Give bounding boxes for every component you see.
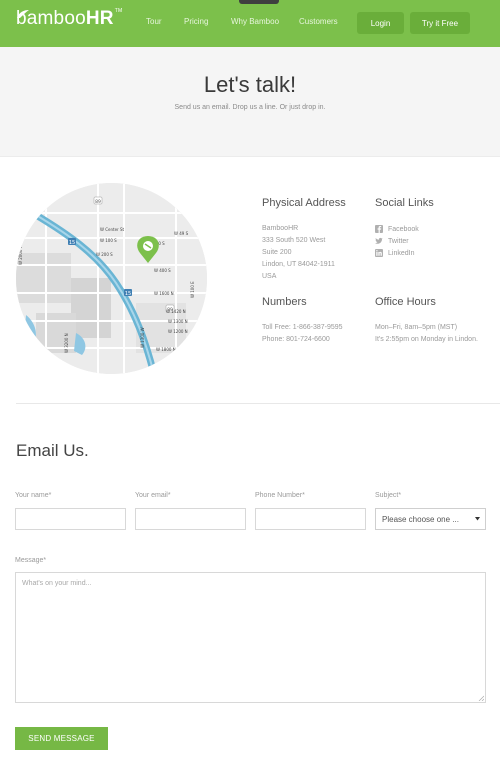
email-input[interactable]: [135, 508, 246, 530]
email-label: Your email*: [135, 492, 171, 499]
map-street-label: W 3200 N: [64, 333, 69, 353]
try-free-button[interactable]: Try it Free: [410, 12, 470, 34]
linkedin-link[interactable]: LinkedIn: [375, 249, 414, 257]
subject-selected-value: Please choose one ...: [382, 514, 459, 524]
facebook-icon: [375, 225, 383, 233]
address-line: Suite 200: [262, 249, 292, 256]
linkedin-icon: [375, 249, 383, 257]
subject-select[interactable]: Please choose one ...: [375, 508, 486, 530]
highway-shield-label-2: 15: [125, 291, 131, 297]
location-map[interactable]: 15 15 89 89 W Center St W 100 S W 200 S …: [16, 183, 207, 374]
map-street-label: W 1200 N: [168, 329, 188, 334]
message-label: Message*: [15, 557, 47, 564]
map-street-label: W 400 S: [154, 268, 171, 273]
subject-label: Subject*: [375, 492, 402, 499]
address-line: 333 South 520 West: [262, 237, 326, 244]
twitter-label: Twitter: [388, 237, 409, 245]
address-line: USA: [262, 273, 277, 280]
top-notch-handle[interactable]: [239, 0, 279, 4]
nav-why-bamboo[interactable]: Why Bamboo: [231, 17, 279, 26]
map-street-label: W Center St: [100, 227, 125, 232]
map-street-label: W 49 S: [174, 231, 189, 236]
chevron-down-icon: [475, 517, 480, 521]
bamboohr-logo[interactable]: bambooHRTM: [16, 8, 122, 35]
road-shield-label: 89: [95, 199, 101, 205]
address-line: Lindon, UT 84042-1911: [262, 261, 335, 268]
hours-block: Mon–Fri, 8am–5pm (MST) It's 2:55pm on Mo…: [375, 322, 478, 346]
form-title: Email Us.: [16, 441, 89, 460]
phone-number[interactable]: Phone: 801-724-6600: [262, 334, 343, 346]
numbers-heading: Numbers: [262, 296, 307, 308]
map-street-label: W 100 S: [100, 238, 117, 243]
hours-line: Mon–Fri, 8am–5pm (MST): [375, 324, 458, 331]
map-street-label: W 1800 N: [156, 347, 176, 352]
phone-input[interactable]: [255, 508, 366, 530]
nav-customers[interactable]: Customers: [299, 17, 338, 26]
twitter-link[interactable]: Twitter: [375, 237, 409, 245]
logo-trademark: TM: [114, 8, 123, 14]
name-label: Your name*: [15, 492, 52, 499]
resize-handle-icon[interactable]: [478, 695, 484, 701]
address-heading: Physical Address: [262, 197, 346, 209]
send-message-button[interactable]: SEND MESSAGE: [15, 727, 108, 750]
page-subtitle: Send us an email. Drop us a line. Or jus…: [174, 104, 326, 111]
nav-tour[interactable]: Tour: [146, 17, 162, 26]
name-input[interactable]: [15, 508, 126, 530]
map-street-label: W 1300 W: [140, 327, 145, 348]
highway-shield-label: 15: [69, 240, 75, 246]
map-graphic: 15 15 89 89 W Center St W 100 S W 200 S …: [16, 183, 207, 374]
nav-pricing[interactable]: Pricing: [184, 17, 208, 26]
twitter-icon: [375, 237, 383, 245]
map-street-label: W 200 S: [96, 252, 113, 257]
message-placeholder: What's on your mind...: [22, 580, 92, 587]
map-street-label: W 100 E: [190, 281, 195, 298]
local-time-line: It's 2:55pm on Monday in Lindon.: [375, 336, 478, 343]
map-street-label: W 1420 N: [166, 309, 186, 314]
logo-wordmark: bambooHRTM: [16, 7, 122, 35]
section-divider: [16, 403, 500, 404]
phone-label: Phone Number*: [255, 492, 305, 499]
map-street-label: W 1600 N: [154, 291, 174, 296]
map-street-label: W 2000 W: [18, 244, 23, 265]
facebook-label: Facebook: [388, 225, 419, 233]
numbers-block: Toll Free: 1-866-387-9595 Phone: 801-724…: [262, 322, 343, 346]
leaf-icon: [17, 10, 29, 18]
linkedin-label: LinkedIn: [388, 249, 415, 257]
hero-section: Let's talk! Send us an email. Drop us a …: [0, 47, 500, 157]
toll-free-number[interactable]: Toll Free: 1-866-387-9595: [262, 322, 343, 334]
hours-heading: Office Hours: [375, 296, 436, 308]
facebook-link[interactable]: Facebook: [375, 225, 419, 233]
login-button[interactable]: Login: [357, 12, 404, 34]
map-street-label: W 1300 N: [168, 319, 188, 324]
page-title: Let's talk!: [203, 72, 297, 97]
logo-text-bold: HR: [85, 8, 114, 29]
message-textarea[interactable]: What's on your mind...: [15, 572, 486, 703]
map-street-label: W 1000 N: [166, 359, 186, 364]
social-heading: Social Links: [375, 197, 434, 209]
address-line: BambooHR: [262, 225, 299, 232]
address-block: BambooHR 333 South 520 West Suite 200 Li…: [262, 223, 335, 283]
top-navigation-bar: bambooHRTM Tour Pricing Why Bamboo Custo…: [0, 0, 500, 47]
